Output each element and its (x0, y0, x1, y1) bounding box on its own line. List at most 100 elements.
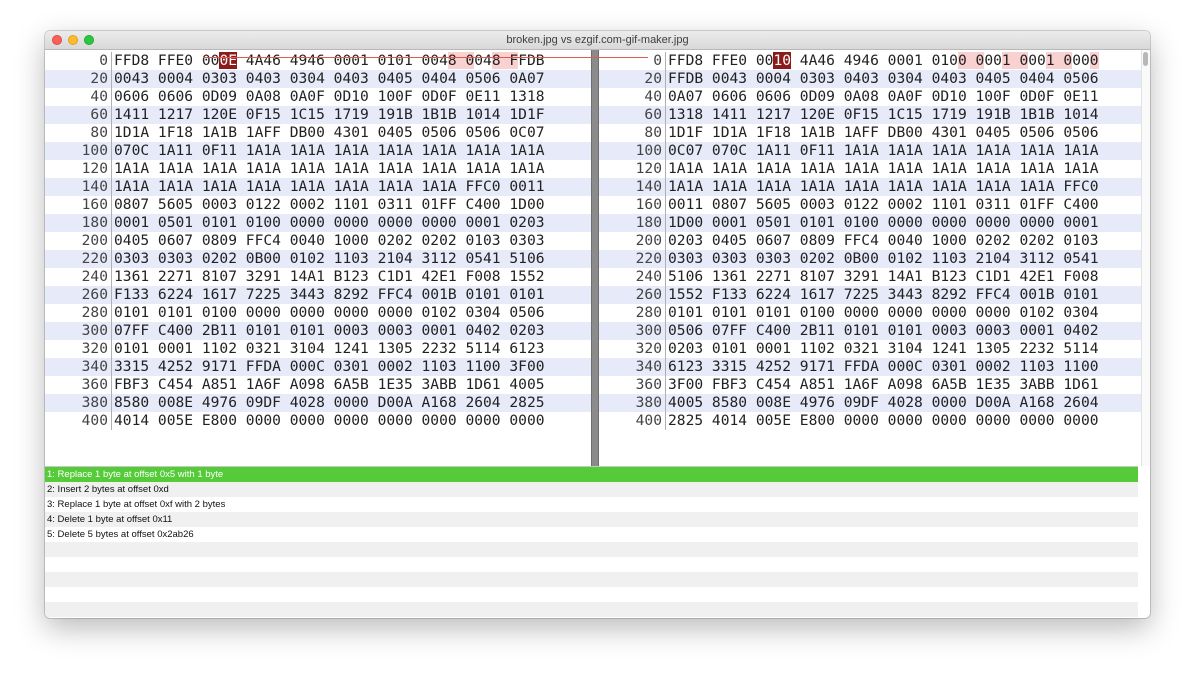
hex-bytes[interactable]: 0011 0807 5605 0003 0122 0002 1101 0311 … (668, 196, 1099, 214)
hex-row[interactable]: 160 0807 5605 0003 0122 0002 1101 0311 01… (45, 196, 591, 214)
hex-bytes[interactable]: 1A1A 1A1A 1A1A 1A1A 1A1A 1A1A 1A1A 1A1A … (114, 160, 545, 178)
hex-row[interactable]: 200 0203 0405 0607 0809 FFC4 0040 1000 02… (599, 232, 1141, 250)
hex-row[interactable]: 360 FBF3 C454 A851 1A6F A098 6A5B 1E35 3A… (45, 376, 591, 394)
hex-row[interactable]: 0 FFD8 FFE0 000E 4A46 4946 0001 0101 0048… (45, 52, 591, 70)
hex-bytes[interactable]: 0101 0101 0101 0100 0000 0000 0000 0000 … (668, 304, 1099, 322)
hex-bytes[interactable]: 0A07 0606 0606 0D09 0A08 0A0F 0D10 100F … (668, 88, 1099, 106)
change-item[interactable]: 1: Replace 1 byte at offset 0x5 with 1 b… (45, 467, 1138, 482)
hex-row[interactable]: 180 0001 0501 0101 0100 0000 0000 0000 00… (45, 214, 591, 232)
hex-row[interactable]: 380 8580 008E 4976 09DF 4028 0000 D00A A1… (45, 394, 591, 412)
hex-bytes[interactable]: 0101 0001 1102 0321 3104 1241 1305 2232 … (114, 340, 545, 358)
hex-bytes[interactable]: 4014 005E E800 0000 0000 0000 0000 0000 … (114, 412, 545, 430)
hex-row[interactable]: 160 0011 0807 5605 0003 0122 0002 1101 03… (599, 196, 1141, 214)
change-item[interactable]: 2: Insert 2 bytes at offset 0xd (45, 482, 1138, 497)
hex-bytes[interactable]: 3F00 FBF3 C454 A851 1A6F A098 6A5B 1E35 … (668, 376, 1099, 394)
hex-bytes[interactable]: FFD8 FFE0 000E 4A46 4946 0001 0101 0048 … (114, 52, 545, 70)
hex-row[interactable]: 340 6123 3315 4252 9171 FFDA 000C 0301 00… (599, 358, 1141, 376)
hex-row[interactable]: 80 1D1A 1F18 1A1B 1AFF DB00 4301 0405 050… (45, 124, 591, 142)
hex-row[interactable]: 300 07FF C400 2B11 0101 0101 0003 0003 00… (45, 322, 591, 340)
change-label: 1: Replace 1 byte at offset 0x5 with 1 b… (47, 469, 224, 480)
hex-bytes[interactable]: 5106 1361 2271 8107 3291 14A1 B123 C1D1 … (668, 268, 1099, 286)
hex-row[interactable]: 240 5106 1361 2271 8107 3291 14A1 B123 C1… (599, 268, 1141, 286)
hex-bytes[interactable]: 1D00 0001 0501 0101 0100 0000 0000 0000 … (668, 214, 1099, 232)
hex-bytes[interactable]: 0303 0303 0202 0B00 0102 1103 2104 3112 … (114, 250, 545, 268)
hex-bytes[interactable]: FBF3 C454 A851 1A6F A098 6A5B 1E35 3ABB … (114, 376, 545, 394)
hex-row[interactable]: 400 4014 005E E800 0000 0000 0000 0000 00… (45, 412, 591, 430)
hex-bytes[interactable]: 0001 0501 0101 0100 0000 0000 0000 0000 … (114, 214, 545, 232)
hex-row[interactable]: 320 0101 0001 1102 0321 3104 1241 1305 22… (45, 340, 591, 358)
hex-row[interactable]: 20 FFDB 0043 0004 0303 0403 0304 0403 040… (599, 70, 1141, 88)
right-hex-pane[interactable]: 0 FFD8 FFE0 0010 4A46 4946 0001 0100 0001… (599, 50, 1141, 466)
hex-row[interactable]: 380 4005 8580 008E 4976 09DF 4028 0000 D0… (599, 394, 1141, 412)
hex-row[interactable]: 60 1318 1411 1217 120E 0F15 1C15 1719 191… (599, 106, 1141, 124)
hex-row[interactable]: 280 0101 0101 0100 0000 0000 0000 0000 01… (45, 304, 591, 322)
hex-row[interactable]: 280 0101 0101 0101 0100 0000 0000 0000 00… (599, 304, 1141, 322)
hex-bytes[interactable]: 1A1A 1A1A 1A1A 1A1A 1A1A 1A1A 1A1A 1A1A … (668, 160, 1099, 178)
hex-bytes[interactable]: F133 6224 1617 7225 3443 8292 FFC4 001B … (114, 286, 545, 304)
hex-bytes[interactable]: 0405 0607 0809 FFC4 0040 1000 0202 0202 … (114, 232, 545, 250)
hex-row[interactable]: 140 1A1A 1A1A 1A1A 1A1A 1A1A 1A1A 1A1A 1A… (45, 178, 591, 196)
hex-bytes[interactable]: 0203 0405 0607 0809 FFC4 0040 1000 0202 … (668, 232, 1099, 250)
hex-bytes[interactable]: 0043 0004 0303 0403 0304 0403 0405 0404 … (114, 70, 545, 88)
offset-separator (665, 358, 666, 376)
hex-bytes[interactable]: 1D1A 1F18 1A1B 1AFF DB00 4301 0405 0506 … (114, 124, 545, 142)
hex-bytes[interactable]: FFD8 FFE0 0010 4A46 4946 0001 0100 0001 … (668, 52, 1099, 70)
hex-row[interactable]: 260 1552 F133 6224 1617 7225 3443 8292 FF… (599, 286, 1141, 304)
pane-splitter[interactable] (591, 50, 599, 466)
hex-bytes[interactable]: 1318 1411 1217 120E 0F15 1C15 1719 191B … (668, 106, 1099, 124)
change-item[interactable]: 4: Delete 1 byte at offset 0x11 (45, 512, 1138, 527)
hex-bytes[interactable]: 1D1F 1D1A 1F18 1A1B 1AFF DB00 4301 0405 … (668, 124, 1099, 142)
hex-bytes[interactable]: 8580 008E 4976 09DF 4028 0000 D00A A168 … (114, 394, 545, 412)
hex-row[interactable]: 220 0303 0303 0303 0202 0B00 0102 1103 21… (599, 250, 1141, 268)
offset-separator (665, 232, 666, 250)
hex-bytes[interactable]: 0606 0606 0D09 0A08 0A0F 0D10 100F 0D0F … (114, 88, 545, 106)
hex-bytes[interactable]: 0807 5605 0003 0122 0002 1101 0311 01FF … (114, 196, 545, 214)
hex-row[interactable]: 260 F133 6224 1617 7225 3443 8292 FFC4 00… (45, 286, 591, 304)
hex-bytes[interactable]: 0506 07FF C400 2B11 0101 0101 0003 0003 … (668, 322, 1099, 340)
hex-row[interactable]: 120 1A1A 1A1A 1A1A 1A1A 1A1A 1A1A 1A1A 1A… (45, 160, 591, 178)
hex-row[interactable]: 240 1361 2271 8107 3291 14A1 B123 C1D1 42… (45, 268, 591, 286)
hex-bytes[interactable]: 1411 1217 120E 0F15 1C15 1719 191B 1B1B … (114, 106, 545, 124)
hex-row[interactable]: 80 1D1F 1D1A 1F18 1A1B 1AFF DB00 4301 040… (599, 124, 1141, 142)
hex-row[interactable]: 100 0C07 070C 1A11 0F11 1A1A 1A1A 1A1A 1A… (599, 142, 1141, 160)
hex-bytes[interactable]: 0303 0303 0303 0202 0B00 0102 1103 2104 … (668, 250, 1099, 268)
hex-bytes[interactable]: 6123 3315 4252 9171 FFDA 000C 0301 0002 … (668, 358, 1099, 376)
hex-bytes[interactable]: 07FF C400 2B11 0101 0101 0003 0003 0001 … (114, 322, 545, 340)
hex-row[interactable]: 320 0203 0101 0001 1102 0321 3104 1241 13… (599, 340, 1141, 358)
hex-bytes[interactable]: 1361 2271 8107 3291 14A1 B123 C1D1 42E1 … (114, 268, 545, 286)
offset-separator (665, 376, 666, 394)
hex-row[interactable]: 360 3F00 FBF3 C454 A851 1A6F A098 6A5B 1E… (599, 376, 1141, 394)
left-hex-pane[interactable]: 0 FFD8 FFE0 000E 4A46 4946 0001 0101 0048… (45, 50, 591, 466)
hex-bytes[interactable]: 3315 4252 9171 FFDA 000C 0301 0002 1103 … (114, 358, 545, 376)
hex-bytes[interactable]: 1A1A 1A1A 1A1A 1A1A 1A1A 1A1A 1A1A 1A1A … (114, 178, 545, 196)
hex-bytes[interactable]: 0C07 070C 1A11 0F11 1A1A 1A1A 1A1A 1A1A … (668, 142, 1099, 160)
hex-bytes[interactable]: 2825 4014 005E E800 0000 0000 0000 0000 … (668, 412, 1099, 430)
hex-row[interactable]: 340 3315 4252 9171 FFDA 000C 0301 0002 11… (45, 358, 591, 376)
hex-row[interactable]: 180 1D00 0001 0501 0101 0100 0000 0000 00… (599, 214, 1141, 232)
hex-bytes[interactable]: 1A1A 1A1A 1A1A 1A1A 1A1A 1A1A 1A1A 1A1A … (668, 178, 1099, 196)
vertical-scrollbar[interactable] (1141, 50, 1150, 466)
hex-row[interactable]: 0 FFD8 FFE0 0010 4A46 4946 0001 0100 0001… (599, 52, 1141, 70)
hex-bytes[interactable]: 4005 8580 008E 4976 09DF 4028 0000 D00A … (668, 394, 1099, 412)
hex-row[interactable]: 100 070C 1A11 0F11 1A1A 1A1A 1A1A 1A1A 1A… (45, 142, 591, 160)
hex-row[interactable]: 220 0303 0303 0202 0B00 0102 1103 2104 31… (45, 250, 591, 268)
hex-row[interactable]: 120 1A1A 1A1A 1A1A 1A1A 1A1A 1A1A 1A1A 1A… (599, 160, 1141, 178)
hex-row[interactable]: 140 1A1A 1A1A 1A1A 1A1A 1A1A 1A1A 1A1A 1A… (599, 178, 1141, 196)
hex-bytes[interactable]: 070C 1A11 0F11 1A1A 1A1A 1A1A 1A1A 1A1A … (114, 142, 545, 160)
hex-row[interactable]: 60 1411 1217 120E 0F15 1C15 1719 191B 1B1… (45, 106, 591, 124)
hex-row[interactable]: 200 0405 0607 0809 FFC4 0040 1000 0202 02… (45, 232, 591, 250)
hex-bytes[interactable]: 0203 0101 0001 1102 0321 3104 1241 1305 … (668, 340, 1099, 358)
hex-row[interactable]: 400 2825 4014 005E E800 0000 0000 0000 00… (599, 412, 1141, 430)
hex-row[interactable]: 20 0043 0004 0303 0403 0304 0403 0405 040… (45, 70, 591, 88)
change-item[interactable]: 3: Replace 1 byte at offset 0xf with 2 b… (45, 497, 1138, 512)
row-offset: 40 (90, 88, 108, 105)
hex-row[interactable]: 300 0506 07FF C400 2B11 0101 0101 0003 00… (599, 322, 1141, 340)
change-item[interactable]: 5: Delete 5 bytes at offset 0x2ab26 (45, 527, 1138, 542)
hex-bytes[interactable]: FFDB 0043 0004 0303 0403 0304 0403 0405 … (668, 70, 1099, 88)
hex-bytes[interactable]: 1552 F133 6224 1617 7225 3443 8292 FFC4 … (668, 286, 1099, 304)
hex-row[interactable]: 40 0606 0606 0D09 0A08 0A0F 0D10 100F 0D0… (45, 88, 591, 106)
hex-row[interactable]: 40 0A07 0606 0606 0D09 0A08 0A0F 0D10 100… (599, 88, 1141, 106)
hex-bytes[interactable]: 0101 0101 0100 0000 0000 0000 0000 0102 … (114, 304, 545, 322)
scrollbar-thumb[interactable] (1143, 52, 1148, 66)
title-bar[interactable]: broken.jpg vs ezgif.com-gif-maker.jpg (45, 31, 1150, 50)
